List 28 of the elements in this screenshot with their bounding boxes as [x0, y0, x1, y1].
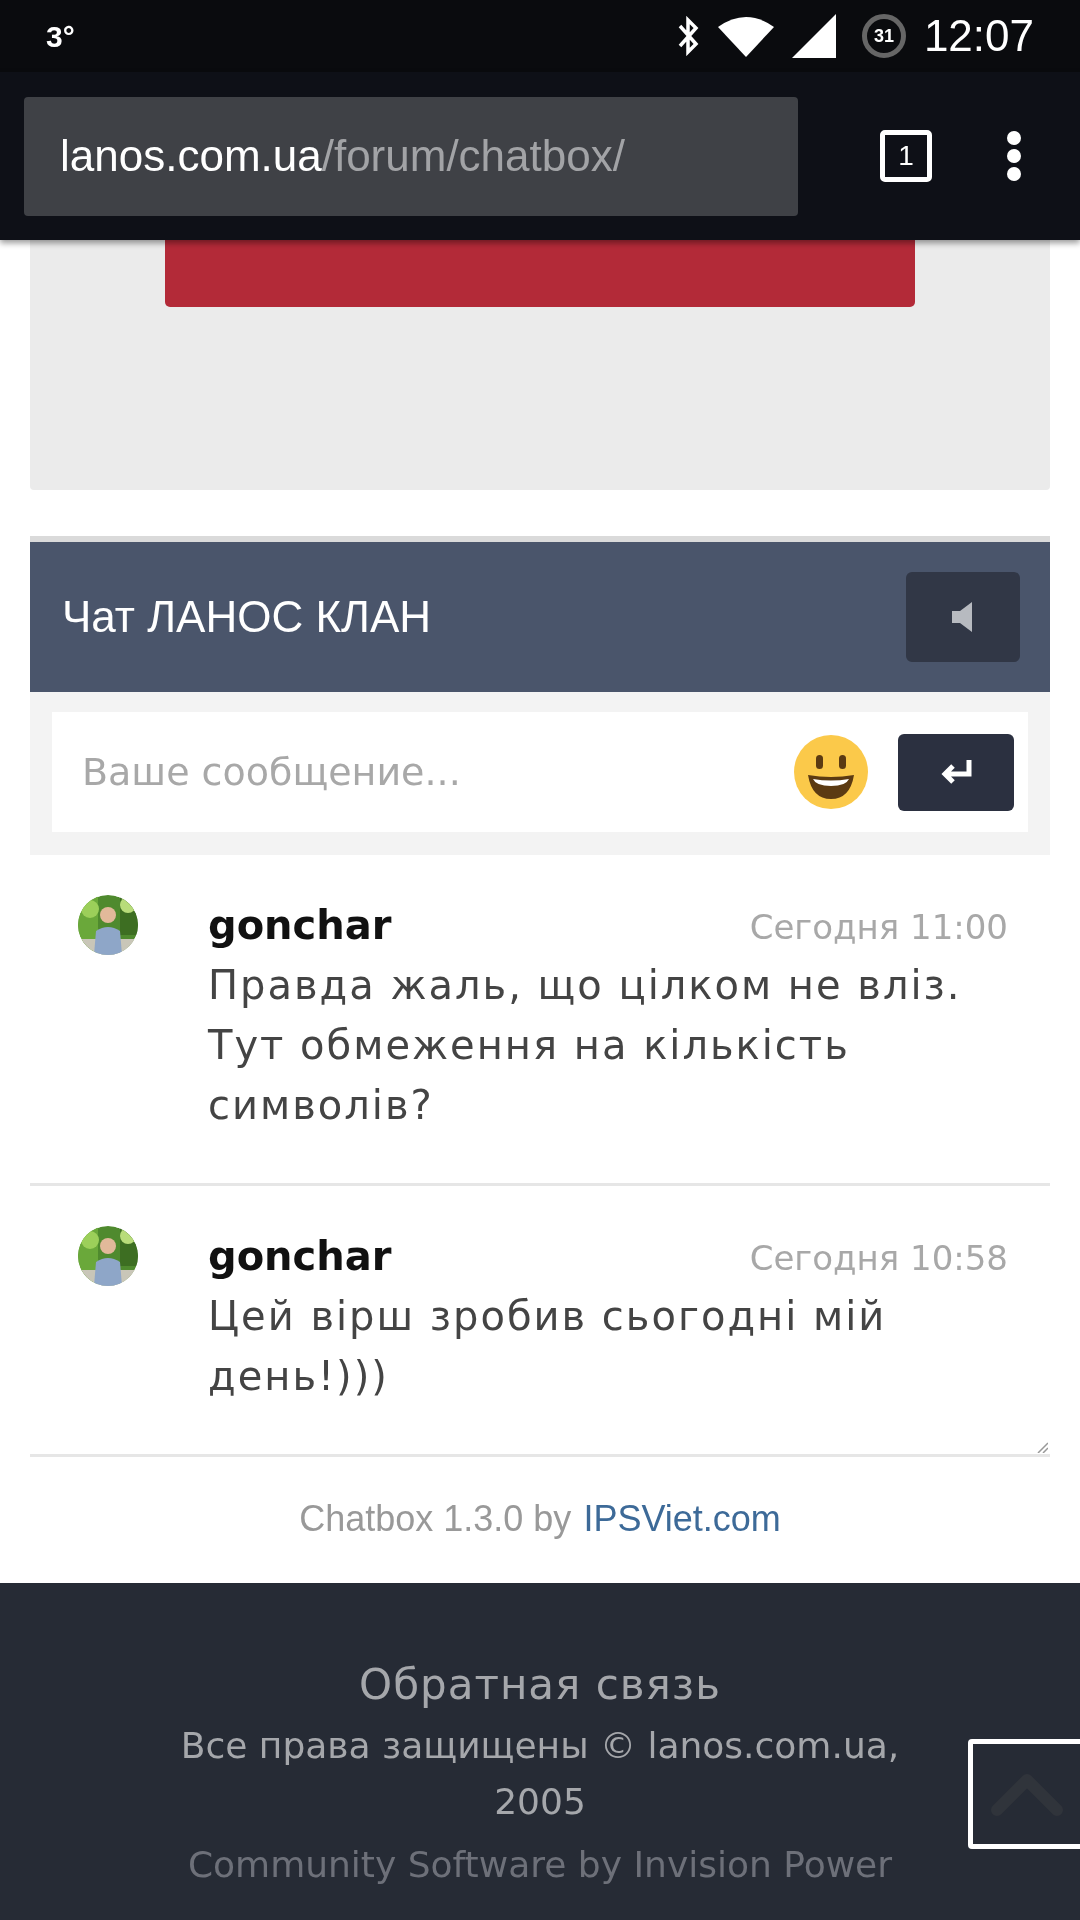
- weather-text: 3°: [46, 18, 75, 55]
- chat-title: Чат ЛАНОС КЛАН: [62, 591, 432, 643]
- clock-text: 12:07: [923, 10, 1034, 62]
- message-field[interactable]: Ваше сообщение...: [52, 712, 1028, 832]
- sound-button[interactable]: [906, 572, 1020, 662]
- url-field[interactable]: lanos.com.ua/forum/chatbox/: [24, 96, 798, 216]
- menu-icon[interactable]: [1006, 131, 1022, 181]
- send-button[interactable]: [898, 733, 1014, 811]
- credit-text: Chatbox 1.3.0 by: [299, 1497, 572, 1541]
- signal-icon: [791, 14, 836, 58]
- resize-handle-icon[interactable]: [1036, 1441, 1048, 1453]
- scroll-top-button[interactable]: [968, 1739, 1080, 1849]
- enter-icon: [939, 760, 973, 784]
- battery-icon: 31: [861, 14, 906, 58]
- tabs-button[interactable]: 1: [880, 130, 932, 182]
- message-time: Сегодня 11:00: [749, 906, 1008, 949]
- powered-by-text: Community Software by Invision Power: [187, 1843, 893, 1887]
- message-text: Цей вірш зробив сьогодні мій день!))): [208, 1292, 888, 1401]
- message-text: Правда жаль, що цілком не вліз. Тут обмеження на кількість символів?: [208, 961, 963, 1130]
- message-time: Сегодня 10:58: [749, 1237, 1008, 1280]
- feedback-link[interactable]: Обратная связь: [359, 1653, 721, 1716]
- speaker-icon: [952, 602, 974, 632]
- author-name[interactable]: gonchar: [208, 1226, 392, 1286]
- credit-link[interactable]: IPSViet.com: [583, 1492, 781, 1546]
- wifi-icon: [717, 15, 774, 57]
- copyright-text: Все права защищены © lanos.com.ua, 2005: [179, 1724, 901, 1824]
- author-name[interactable]: gonchar: [208, 895, 392, 955]
- smiley-icon[interactable]: [794, 735, 868, 809]
